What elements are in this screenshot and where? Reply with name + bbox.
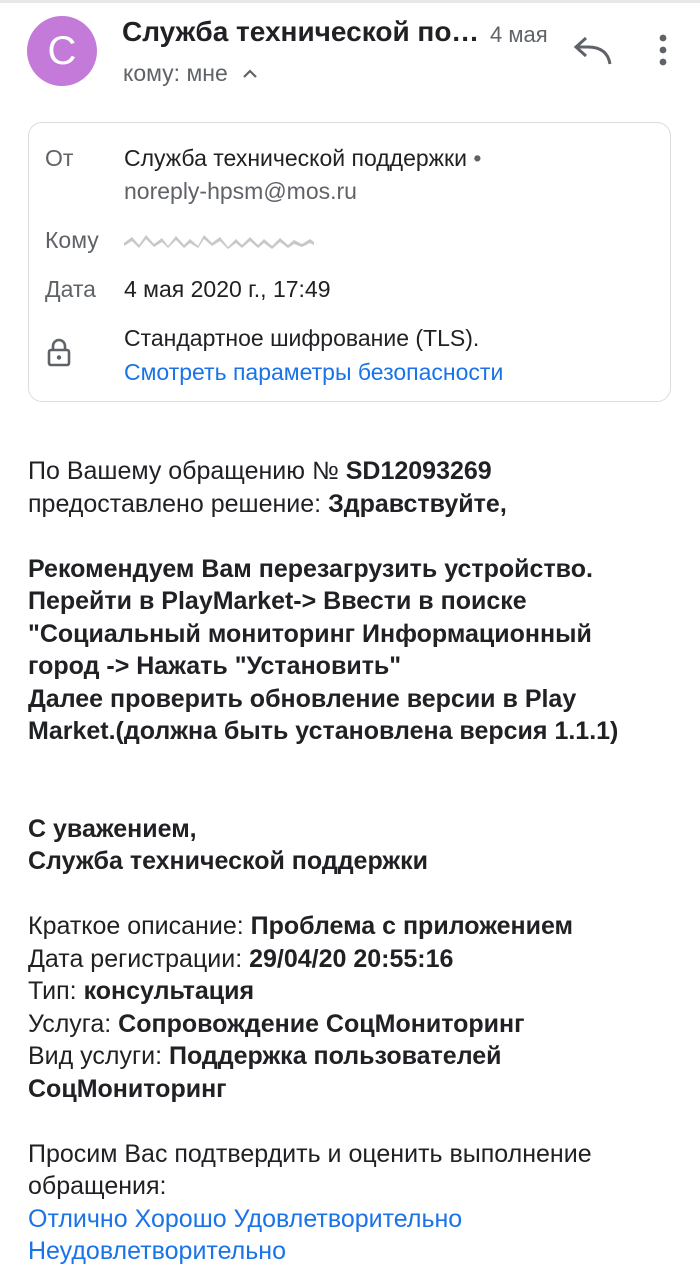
more-vert-icon[interactable] — [650, 30, 676, 70]
date-label: Дата — [45, 276, 96, 302]
reply-icon[interactable] — [570, 34, 614, 70]
signature-block: С уважением, Служба технической поддержк… — [28, 814, 429, 876]
rating-satisfactory-link[interactable]: Удовлетворительно — [234, 1205, 463, 1233]
message-date: 4 мая — [490, 22, 548, 47]
field-registration-date: Дата регистрации: 29/04/20 20:55:16 — [28, 944, 454, 973]
rating-links: Отлично Хорошо Удовлетворительно Неудовл… — [28, 1203, 678, 1268]
recommendation-text: Рекомендуем Вам перезагрузить устройство… — [28, 554, 619, 746]
top-divider — [0, 0, 700, 3]
avatar[interactable]: С — [27, 16, 97, 86]
ticket-fields: Краткое описание: Проблема с приложением… — [28, 910, 678, 1105]
field-short-description: Краткое описание: Проблема с приложением — [28, 912, 574, 940]
body-intro-line: По Вашему обращению № SD12093269 — [28, 457, 492, 485]
field-type: Тип: консультация — [28, 977, 255, 1005]
date-value: 4 мая 2020 г., 17:49 — [124, 276, 331, 302]
to-label: Кому — [45, 227, 99, 253]
rating-excellent-link[interactable]: Отлично — [28, 1205, 128, 1233]
field-service-kind: Вид услуги: Поддержка пользователей СоцМо… — [28, 1042, 502, 1103]
ticket-number: SD12093269 — [345, 457, 492, 485]
security-details-link[interactable]: Смотреть параметры безопасности — [124, 359, 503, 386]
redacted-recipient — [124, 235, 314, 249]
rating-good-link[interactable]: Хорошо — [135, 1205, 227, 1233]
message-body: По Вашему обращению № SD12093269 предост… — [28, 455, 678, 1268]
encryption-status: Стандартное шифрование (TLS). — [124, 325, 480, 351]
rating-unsatisfactory-link[interactable]: Неудовлетворительно — [28, 1237, 286, 1265]
chevron-up-icon — [243, 68, 257, 78]
message-details-card: От Служба технической поддержки • norepl… — [28, 122, 671, 402]
from-label: От — [45, 145, 74, 171]
lock-icon — [47, 338, 71, 367]
recipients-label: кому: мне — [123, 60, 228, 86]
recipients-toggle[interactable]: кому: мне — [123, 60, 260, 87]
confirm-request: Просим Вас подтвердить и оценить выполне… — [28, 1139, 592, 1201]
from-name: Служба технической поддержки • — [124, 145, 482, 171]
field-service: Услуга: Сопровождение СоцМониторинг — [28, 1009, 525, 1038]
sender-name: Служба технической поддержки — [122, 16, 482, 47]
from-email: noreply-hpsm@mos.ru — [124, 178, 357, 204]
body-solution-line: предоставлено решение: Здравствуйте, — [28, 489, 507, 518]
